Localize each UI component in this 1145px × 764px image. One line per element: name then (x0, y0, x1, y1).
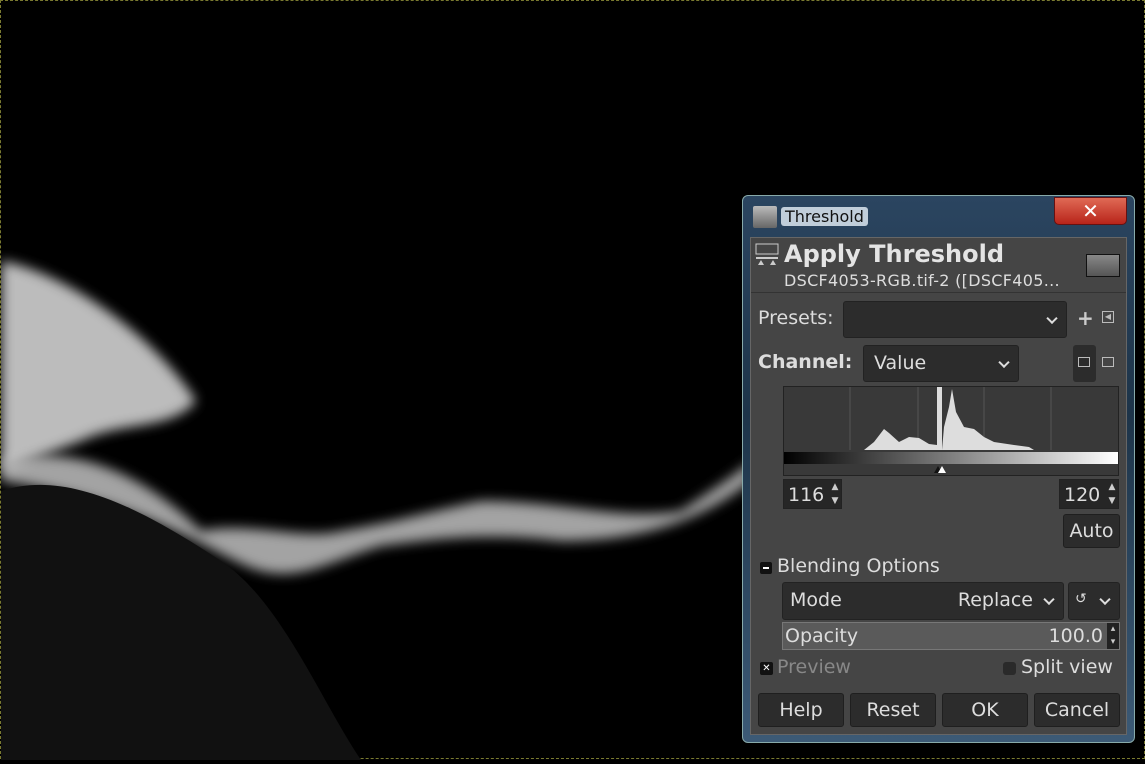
composite-mode-combo[interactable]: ↺ (1068, 582, 1120, 620)
preview-label[interactable]: Preview (777, 656, 851, 678)
chevron-down-icon (1043, 593, 1055, 606)
preview-checkbox[interactable]: ✕ (760, 662, 773, 675)
channel-value: Value (874, 352, 927, 374)
presets-combo[interactable] (843, 301, 1067, 338)
window-title: Threshold (781, 207, 868, 226)
histogram-shape (864, 389, 1034, 450)
preset-menu-icon[interactable]: ◀ (1102, 311, 1114, 323)
channel-label: Channel: (758, 351, 853, 373)
help-button[interactable]: Help (758, 693, 844, 727)
channel-combo[interactable]: Value (863, 345, 1019, 382)
chevron-down-icon (998, 356, 1010, 368)
composite-icon: ↺ (1075, 591, 1087, 607)
histogram-area[interactable] (783, 386, 1119, 476)
low-value: 116 (788, 484, 825, 506)
decrement-icon[interactable]: ▼ (829, 494, 841, 508)
threshold-icon (755, 243, 779, 265)
chevron-down-icon (1099, 593, 1111, 606)
cancel-button[interactable]: Cancel (1034, 693, 1120, 727)
mode-label: Mode (790, 589, 842, 611)
auto-button[interactable]: Auto (1063, 514, 1120, 548)
dialog-panel: Apply Threshold DSCF4053-RGB.tif-2 ([DSC… (750, 237, 1127, 735)
reset-button[interactable]: Reset (850, 693, 936, 727)
presets-label: Presets: (758, 307, 834, 329)
histogram-chart (784, 387, 1118, 473)
threshold-range (937, 387, 942, 450)
low-threshold-spin[interactable]: 116 ▲ ▼ (783, 479, 842, 509)
threshold-dialog: Threshold ✕ Apply Threshold DSCF4053-RGB… (742, 195, 1135, 743)
add-preset-icon[interactable]: + (1077, 306, 1094, 330)
increment-icon[interactable]: ▲ (829, 480, 841, 494)
opacity-value: 100.0 (1048, 625, 1103, 647)
mode-value: Replace (957, 589, 1033, 611)
blending-options-label[interactable]: Blending Options (777, 555, 940, 577)
linear-histogram-icon (1078, 357, 1090, 367)
image-thumbnail (1086, 254, 1120, 277)
close-button[interactable]: ✕ (1054, 197, 1127, 225)
dialog-header: Apply Threshold DSCF4053-RGB.tif-2 ([DSC… (751, 238, 1126, 293)
split-view-checkbox[interactable] (1003, 662, 1016, 675)
split-view-label[interactable]: Split view (1021, 656, 1113, 678)
mode-combo[interactable]: Mode Replace (782, 582, 1064, 620)
opacity-slider[interactable]: Opacity 100.0 ▴ ▾ (782, 622, 1120, 650)
high-threshold-spin[interactable]: 120 ▲ ▼ (1059, 479, 1119, 509)
opacity-spin-arrows[interactable]: ▴ ▾ (1107, 623, 1119, 649)
ok-button[interactable]: OK (942, 693, 1028, 727)
decrement-icon[interactable]: ▼ (1106, 494, 1118, 508)
image-subtitle: DSCF4053-RGB.tif-2 ([DSCF405... (784, 271, 1060, 290)
log-histogram-icon[interactable] (1102, 357, 1114, 367)
high-value: 120 (1064, 484, 1101, 506)
chevron-down-icon (1046, 312, 1058, 324)
opacity-label: Opacity (785, 625, 859, 647)
collapse-icon[interactable] (760, 562, 772, 574)
linear-histogram-button[interactable] (1073, 345, 1096, 382)
value-gradient (784, 452, 1118, 464)
gimp-app-icon (753, 206, 777, 228)
dialog-heading: Apply Threshold (784, 240, 1004, 268)
increment-icon[interactable]: ▲ (1106, 480, 1118, 494)
